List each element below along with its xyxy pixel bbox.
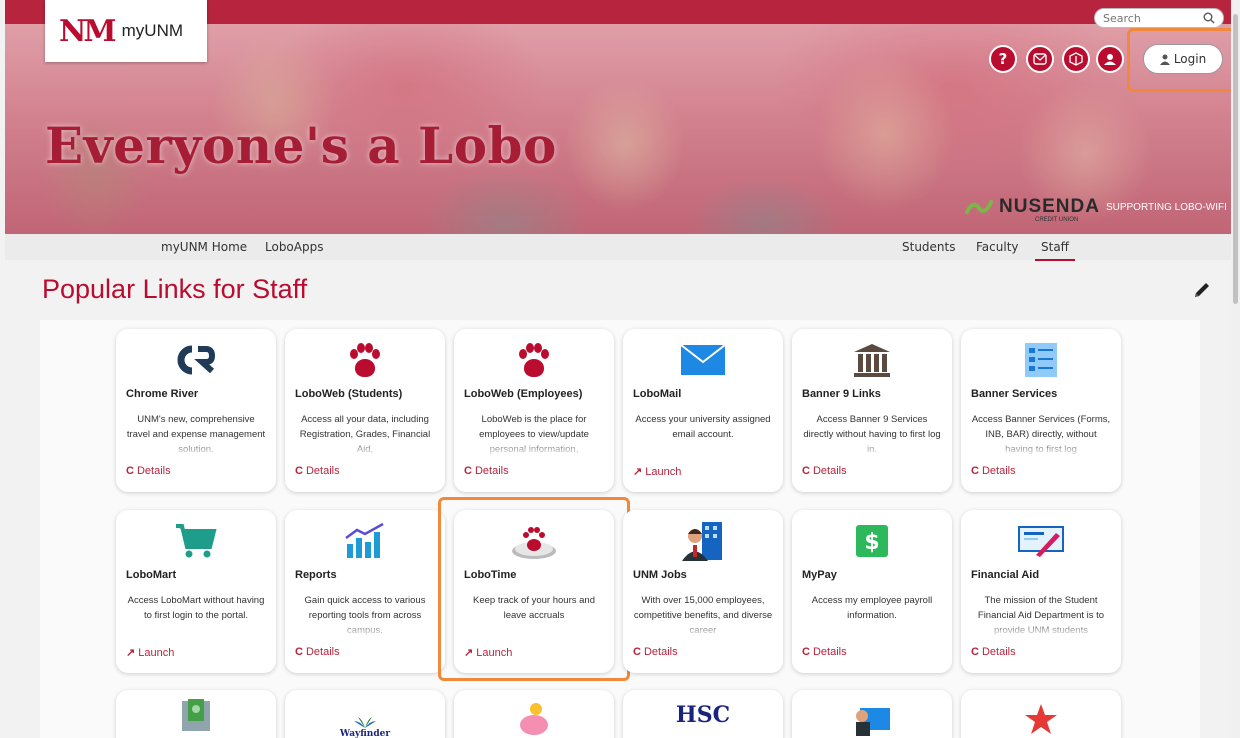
details-link[interactable]: C Details xyxy=(802,646,847,658)
card-bottom-6[interactable] xyxy=(961,690,1121,738)
details-link[interactable]: C Details xyxy=(126,465,171,477)
help-icon[interactable]: ? xyxy=(989,45,1017,73)
details-link[interactable]: C Details xyxy=(295,646,340,658)
launch-link[interactable]: ↗ Launch xyxy=(633,465,681,478)
card-chrome-river[interactable]: Chrome River UNM's new, comprehensive tr… xyxy=(116,329,276,492)
mail-icon[interactable] xyxy=(1026,45,1054,73)
teacher-board-icon xyxy=(792,696,952,738)
chrome-river-icon xyxy=(116,337,276,383)
hsc-link-icon: HSC xyxy=(675,702,731,728)
nav-staff[interactable]: Staff xyxy=(1035,240,1075,261)
main-nav: myUNM Home LoboApps Students Faculty Sta… xyxy=(5,234,1231,261)
card-mypay[interactable]: $ MyPay Access my employee payroll infor… xyxy=(792,510,952,673)
card-bottom-3[interactable] xyxy=(454,690,614,738)
sponsor-tagline: SUPPORTING LOBO-WIFI xyxy=(1105,201,1227,213)
card-lobomail[interactable]: LoboMail Access your university assigned… xyxy=(623,329,783,492)
envelope-icon xyxy=(623,337,783,383)
person-icon xyxy=(1159,54,1170,65)
money-envelope-icon xyxy=(116,692,276,738)
paw-icon xyxy=(285,337,445,383)
details-link[interactable]: C Details xyxy=(971,465,1016,477)
dollar-icon: $ xyxy=(792,518,952,564)
card-hsc-link[interactable]: HSC xyxy=(623,690,783,738)
nav-students[interactable]: Students xyxy=(902,240,956,254)
nav-faculty[interactable]: Faculty xyxy=(976,240,1019,254)
card-lobotime[interactable]: LoboTime Keep track of your hours and le… xyxy=(454,510,614,673)
cart-icon xyxy=(116,518,276,564)
card-loboweb-employees[interactable]: LoboWeb (Employees) LoboWeb is the place… xyxy=(454,329,614,492)
scrollbar-thumb[interactable] xyxy=(1233,14,1238,304)
clock-paw-icon xyxy=(454,518,614,564)
list-icon xyxy=(961,337,1121,383)
bank-icon xyxy=(792,337,952,383)
card-banner-services[interactable]: Banner Services Access Banner Services (… xyxy=(961,329,1121,492)
launch-link[interactable]: ↗ Launch xyxy=(464,646,512,659)
details-link[interactable]: C Details xyxy=(971,646,1016,658)
login-button[interactable]: Login xyxy=(1143,44,1223,74)
svg-text:$: $ xyxy=(864,530,879,555)
sponsor-logo[interactable]: NUSENDA SUPPORTING LOBO-WIFI xyxy=(965,196,1227,218)
card-unm-jobs[interactable]: UNM Jobs With over 15,000 employees, com… xyxy=(623,510,783,673)
launch-link[interactable]: ↗ Launch xyxy=(126,646,174,659)
job-person-icon xyxy=(623,518,783,564)
card-banner-9-links[interactable]: Banner 9 Links Access Banner 9 Services … xyxy=(792,329,952,492)
search-input[interactable] xyxy=(1103,11,1193,25)
unm-mark: NM xyxy=(59,13,117,49)
check-icon xyxy=(961,518,1121,564)
hero-title: Everyone's a Lobo xyxy=(45,116,557,175)
details-link[interactable]: C Details xyxy=(295,465,340,477)
card-financial-aid[interactable]: Financial Aid The mission of the Student… xyxy=(961,510,1121,673)
brand-name: myUNM xyxy=(121,21,184,40)
nav-myunm-home[interactable]: myUNM Home xyxy=(161,240,247,254)
user-icon[interactable] xyxy=(1096,45,1124,73)
card-reports[interactable]: Reports Gain quick access to various rep… xyxy=(285,510,445,673)
sponsor-sub: CREDIT UNION xyxy=(1035,217,1079,223)
page-title: Popular Links for Staff xyxy=(42,274,308,304)
bar-chart-icon xyxy=(285,518,445,564)
box-icon[interactable] xyxy=(1062,45,1090,73)
pencil-icon[interactable] xyxy=(1192,280,1212,305)
card-lobomart[interactable]: LoboMart Access LoboMart without having … xyxy=(116,510,276,673)
star-icon xyxy=(961,696,1121,738)
card-bottom-1[interactable] xyxy=(116,690,276,738)
details-link[interactable]: C Details xyxy=(464,465,509,477)
details-link[interactable]: C Details xyxy=(802,465,847,477)
card-wayfinder[interactable]: Wayfinder xyxy=(285,690,445,738)
unm-logo[interactable]: NM myUNM xyxy=(45,0,207,62)
search-box[interactable] xyxy=(1094,8,1224,28)
card-bottom-5[interactable] xyxy=(792,690,952,738)
card-loboweb-students[interactable]: LoboWeb (Students) Access all your data,… xyxy=(285,329,445,492)
nusenda-swoosh-icon xyxy=(965,200,993,214)
wayfinder-icon: Wayfinder xyxy=(285,704,445,738)
details-link[interactable]: C Details xyxy=(633,646,678,658)
nav-loboapps[interactable]: LoboApps xyxy=(265,240,323,254)
piggy-bank-icon xyxy=(454,694,614,738)
sponsor-name: NUSENDA xyxy=(999,196,1100,217)
scrollbar[interactable] xyxy=(1231,0,1240,738)
search-icon[interactable] xyxy=(1203,12,1215,24)
paw-icon xyxy=(454,337,614,383)
